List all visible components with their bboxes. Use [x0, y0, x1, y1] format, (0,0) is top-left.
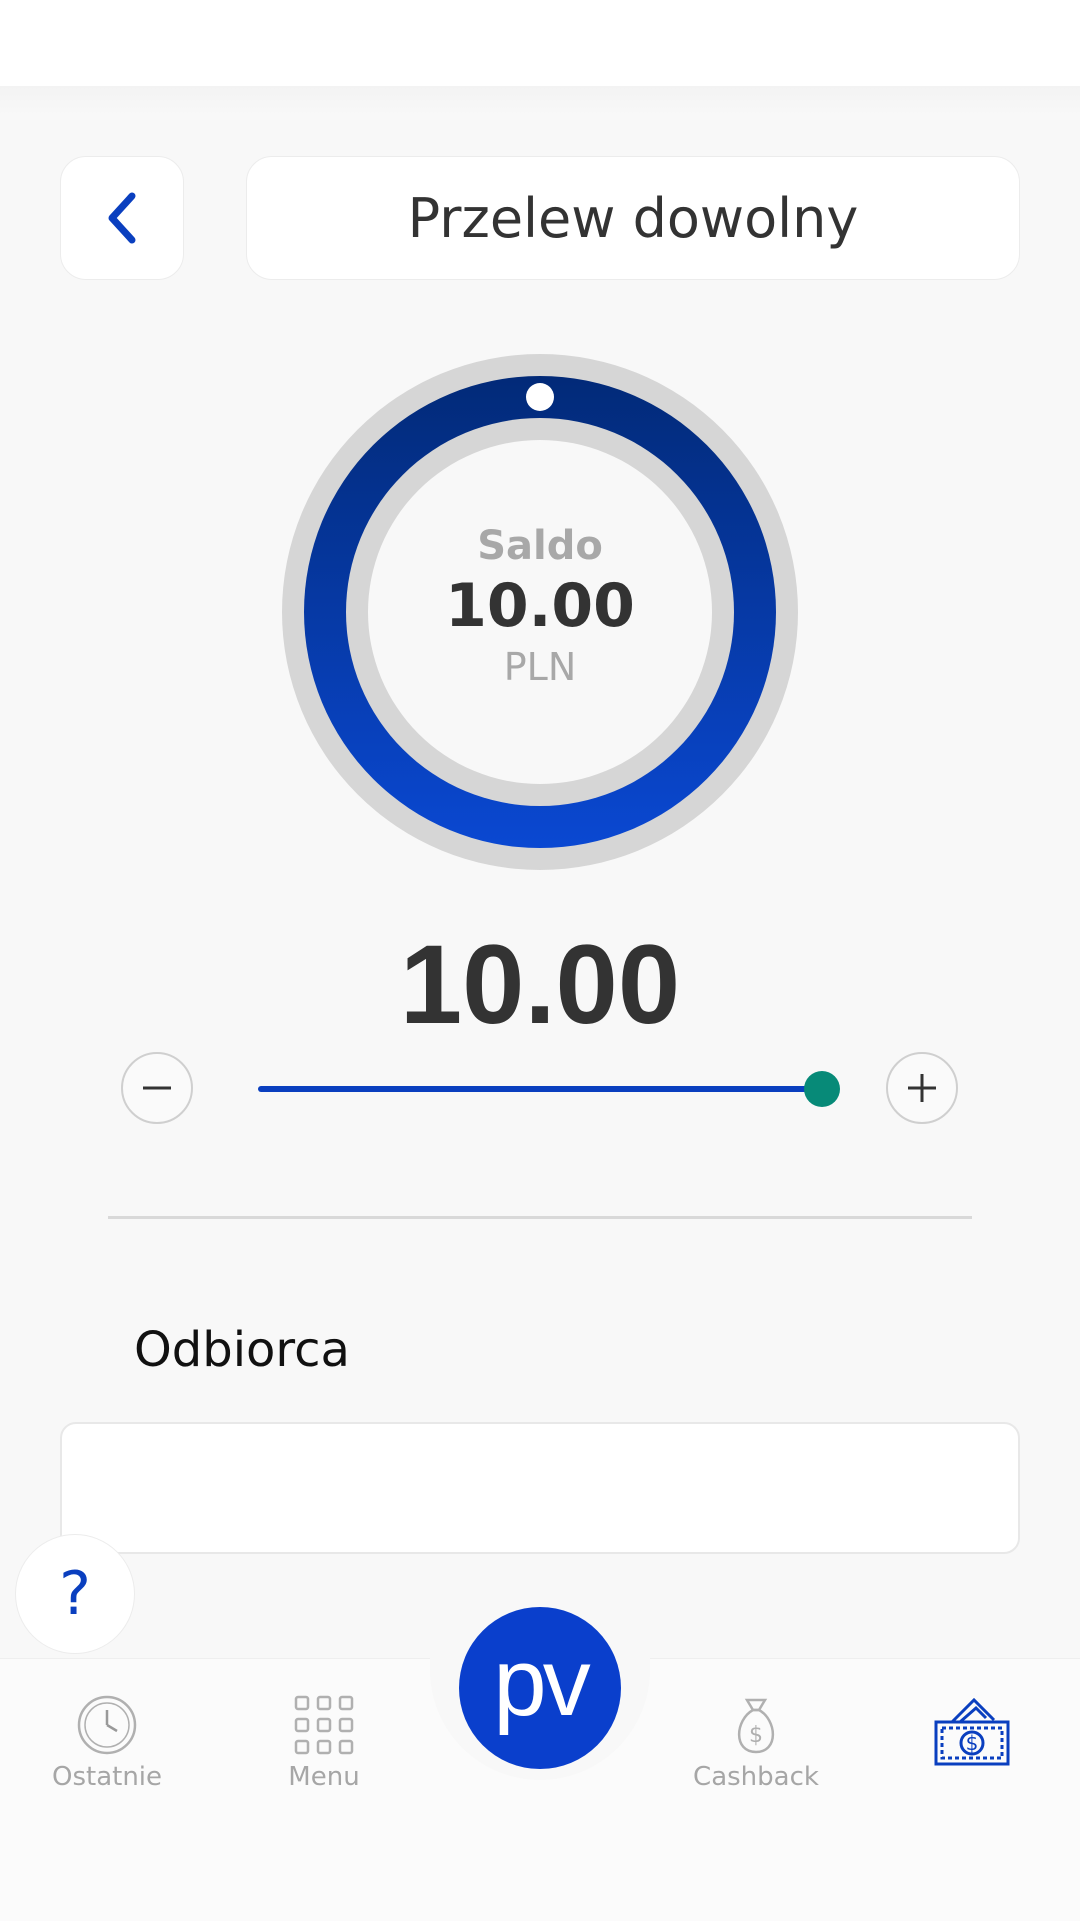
nav-item-cashback[interactable]: $ Cashback: [666, 1694, 846, 1792]
grid-icon: [294, 1695, 354, 1755]
plus-icon: [908, 1074, 936, 1102]
svg-text:$: $: [966, 1731, 979, 1755]
nav-item-transfer[interactable]: $: [882, 1694, 1062, 1768]
amount-value: 10.00: [399, 922, 681, 1047]
decrease-button[interactable]: [121, 1052, 193, 1124]
balance-currency: PLN: [503, 645, 577, 689]
status-bar: [0, 0, 1080, 90]
balance-value: 10.00: [445, 571, 635, 641]
nav-item-menu[interactable]: Menu: [234, 1694, 414, 1792]
page-title: Przelew dowolny: [246, 156, 1020, 280]
nav-label-recent: Ostatnie: [51, 1762, 163, 1792]
section-divider: [108, 1216, 972, 1219]
recipient-label: Odbiorca: [134, 1322, 350, 1378]
amount-slider-track[interactable]: [258, 1086, 822, 1092]
nav-item-recent[interactable]: Ostatnie: [17, 1694, 197, 1792]
back-button[interactable]: [60, 156, 184, 280]
minus-icon: [143, 1086, 171, 1090]
recipient-input[interactable]: [60, 1422, 1020, 1554]
help-button[interactable]: ?: [15, 1534, 135, 1654]
pv-home-button[interactable]: pv: [459, 1607, 621, 1769]
increase-button[interactable]: [886, 1052, 958, 1124]
clock-icon: [77, 1695, 137, 1755]
chevron-left-icon: [108, 192, 136, 244]
balance-label: Saldo: [477, 523, 603, 569]
status-bar-divider: [0, 86, 1080, 116]
pv-logo: pv: [493, 1629, 590, 1736]
money-bag-icon: $: [738, 1698, 774, 1754]
amount-slider-thumb[interactable]: [804, 1071, 840, 1107]
nav-label-cashback: Cashback: [693, 1762, 819, 1792]
cash-transfer-icon: $: [934, 1697, 1010, 1766]
nav-label-menu: Menu: [288, 1762, 360, 1792]
balance-ring: Saldo 10.00 PLN: [280, 352, 800, 872]
svg-text:$: $: [749, 1723, 763, 1748]
